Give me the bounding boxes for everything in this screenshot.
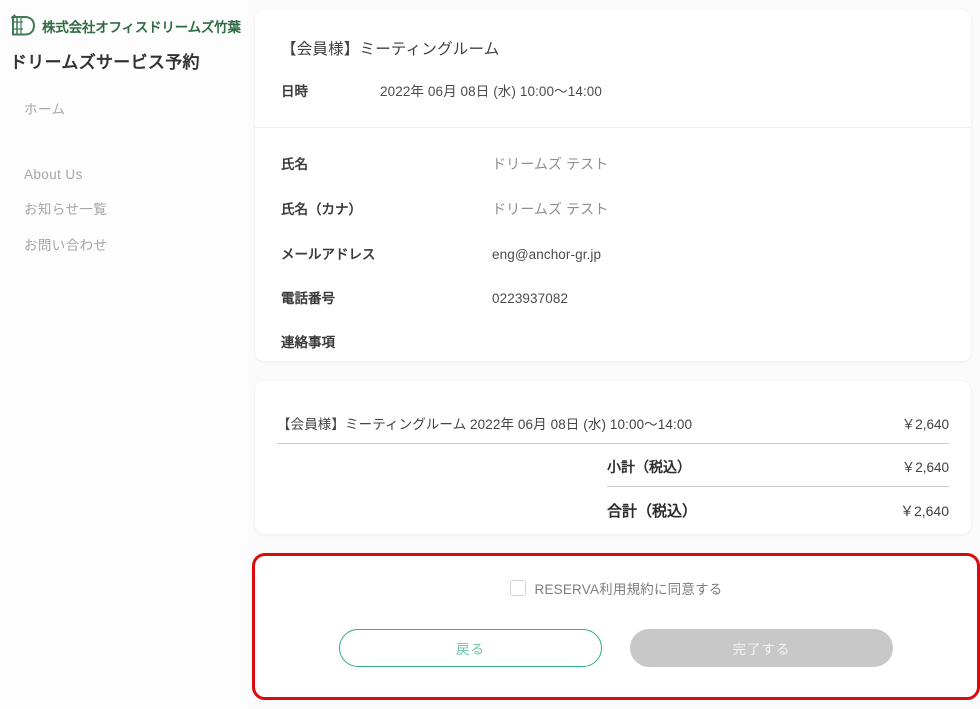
action-card: RESERVA利用規約に同意する 戻る 完了する [252,553,980,700]
subtotal-amount: ￥2,640 [901,460,949,475]
field-row-phone: 電話番号 0223937082 [277,287,949,307]
company-logo-icon [11,14,36,36]
field-row-name-kana: 氏名（カナ） ドリームズ テスト [277,198,949,219]
datetime-value: 2022年 06月 08日 (水) 10:00〜14:00 [380,84,603,99]
subtotal-row: 小計（税込） ￥2,640 [607,444,949,486]
price-summary-card: 【会員様】ミーティングルーム 2022年 06月 08日 (水) 10:00〜1… [255,381,971,534]
email-value: eng@anchor-gr.jp [492,247,602,262]
sidebar: 株式会社オフィスドリームズ竹葉 ドリームズサービス予約 ホーム About Us… [0,0,248,709]
action-button-row: 戻る 完了する [252,629,980,667]
name-value: ドリームズ テスト [492,156,609,172]
notes-label: 連絡事項 [281,335,335,350]
detail-card-header: 【会員様】ミーティングルーム 日時 2022年 06月 08日 (水) 10:0… [277,10,949,127]
sidebar-item-news-list[interactable]: お知らせ一覧 [24,203,248,217]
page-root: 株式会社オフィスドリームズ竹葉 ドリームズサービス予約 ホーム About Us… [0,0,980,709]
company-name: 株式会社オフィスドリームズ竹葉 [42,19,241,36]
total-row: 合計（税込） ￥2,640 [607,487,949,521]
reservation-datetime-row: 日時 2022年 06月 08日 (水) 10:00〜14:00 [277,80,949,127]
sidebar-nav-group: About Us お知らせ一覧 お問い合わせ [24,167,248,253]
sidebar-item-contact[interactable]: お問い合わせ [24,238,248,253]
customer-info-list: 氏名 ドリームズ テスト 氏名（カナ） ドリームズ テスト メールアドレス en… [277,128,949,351]
main-content: 【会員様】ミーティングルーム 日時 2022年 06月 08日 (水) 10:0… [248,0,980,709]
terms-checkbox[interactable] [509,580,526,596]
action-area: RESERVA利用規約に同意する 戻る 完了する [252,553,980,700]
total-amount: ￥2,640 [899,503,949,519]
subtotal-label: 小計（税込） [607,459,691,475]
email-label: メールアドレス [281,247,376,262]
terms-agreement-label: RESERVA利用規約に同意する [534,582,723,597]
price-item-row: 【会員様】ミーティングルーム 2022年 06月 08日 (水) 10:00〜1… [277,381,949,443]
field-row-notes: 連絡事項 [277,331,949,351]
reservation-title: 【会員様】ミーティングルーム [281,41,500,58]
terms-agreement-row[interactable]: RESERVA利用規約に同意する [252,553,980,598]
phone-label: 電話番号 [281,291,335,306]
submit-button[interactable]: 完了する [630,629,893,667]
sidebar-nav: ホーム About Us お知らせ一覧 お問い合わせ [0,103,248,252]
back-button[interactable]: 戻る [339,629,602,667]
total-label: 合計（税込） [607,503,698,520]
datetime-label: 日時 [281,84,308,99]
brand-header[interactable]: 株式会社オフィスドリームズ竹葉 [0,10,248,39]
price-totals-block: 小計（税込） ￥2,640 合計（税込） ￥2,640 [607,444,949,521]
sidebar-item-about-us[interactable]: About Us [24,167,248,182]
name-kana-label: 氏名（カナ） [281,202,362,217]
price-item-name: 【会員様】ミーティングルーム 2022年 06月 08日 (水) 10:00〜1… [277,417,693,432]
field-row-name: 氏名 ドリームズ テスト [277,153,949,174]
name-label: 氏名 [281,157,308,172]
field-row-email: メールアドレス eng@anchor-gr.jp [277,243,949,263]
price-item-amount: ￥2,640 [901,417,949,432]
name-kana-value: ドリームズ テスト [492,201,609,217]
phone-value: 0223937082 [492,291,569,306]
sidebar-item-home[interactable]: ホーム [24,103,248,117]
reservation-detail-card: 【会員様】ミーティングルーム 日時 2022年 06月 08日 (水) 10:0… [255,10,971,361]
site-title: ドリームズサービス予約 [10,53,200,72]
